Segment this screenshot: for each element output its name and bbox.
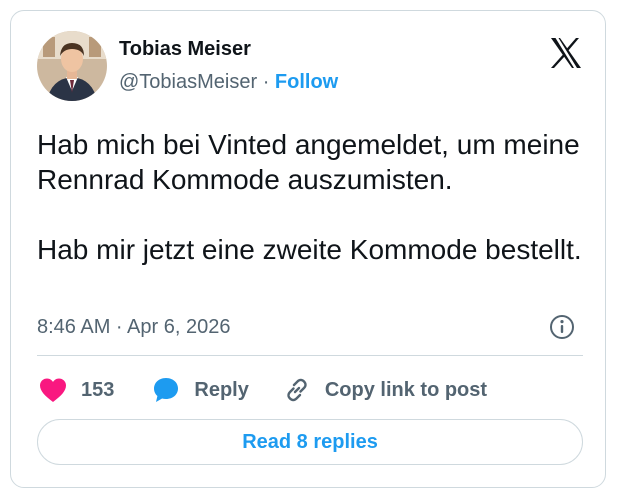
x-logo-icon[interactable]: [549, 37, 583, 69]
divider: [37, 355, 583, 356]
tweet-card: Tobias Meiser @TobiasMeiser · Follow Hab…: [10, 10, 606, 488]
avatar[interactable]: [37, 31, 107, 101]
tweet-paragraph: Hab mich bei Vinted angemeldet, um meine…: [37, 129, 580, 195]
handle-separator: ·: [262, 71, 270, 93]
follow-button[interactable]: Follow: [275, 71, 338, 93]
reply-label: Reply: [194, 378, 249, 401]
tweet-text: Hab mich bei Vinted angemeldet, um meine…: [37, 127, 587, 267]
author-handle[interactable]: @TobiasMeiser: [119, 71, 257, 93]
author-handle-row: @TobiasMeiser · Follow: [119, 70, 338, 94]
copy-link-button[interactable]: Copy link to post: [283, 376, 487, 404]
avatar-photo: [37, 31, 107, 101]
copy-link-label: Copy link to post: [324, 378, 488, 401]
author-name[interactable]: Tobias Meiser: [119, 37, 251, 61]
heart-icon: [39, 377, 67, 403]
tweet-timestamp[interactable]: 8:46 AM · Apr 6, 2026: [37, 315, 230, 339]
info-icon[interactable]: [549, 314, 575, 340]
tweet-paragraph: Hab mir jetzt eine zweite Kommode bestel…: [37, 234, 582, 265]
action-bar: 153 Reply Copy link to post: [37, 375, 487, 405]
link-icon: [283, 376, 311, 404]
like-count: 153: [81, 378, 115, 401]
speech-bubble-icon: [152, 376, 180, 404]
read-replies-button[interactable]: Read 8 replies: [37, 419, 583, 465]
like-button[interactable]: 153: [39, 377, 114, 403]
reply-button[interactable]: Reply: [152, 376, 249, 404]
